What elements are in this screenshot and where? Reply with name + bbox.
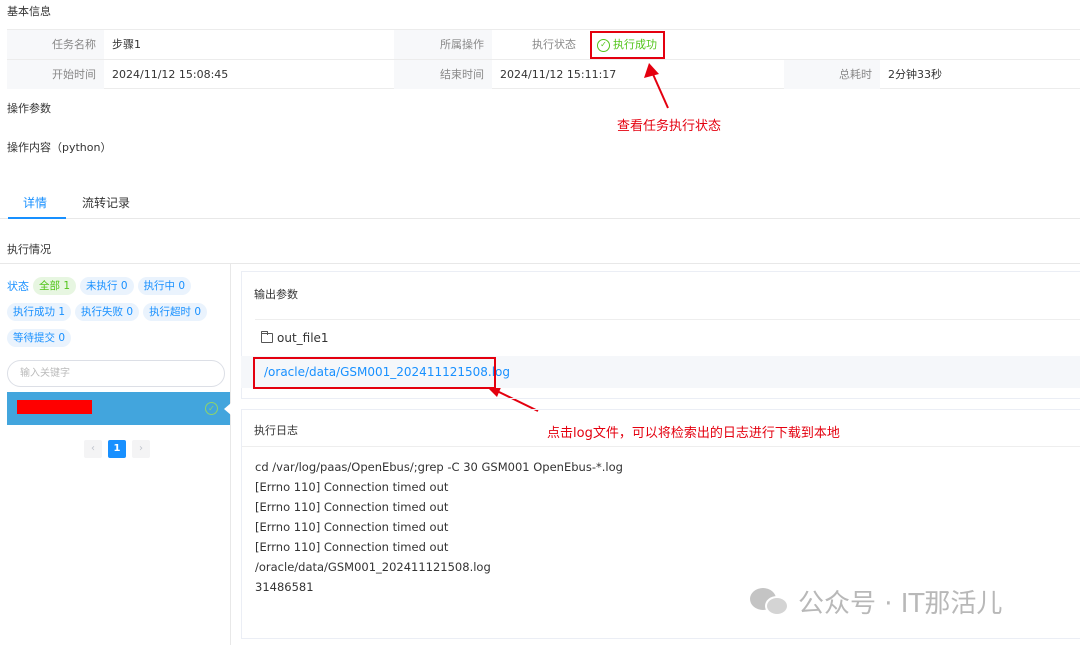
status-filter-row: 状态 全部 1 未执行 0 执行中 0 <box>7 277 192 295</box>
status-filter-row: 执行成功 1 执行失败 0 执行超时 0 <box>7 303 208 321</box>
execution-title: 执行情况 <box>7 243 51 256</box>
divider <box>255 319 1080 320</box>
filter-success[interactable]: 执行成功 1 <box>7 303 72 321</box>
log-line: [Errno 110] Connection timed out <box>255 480 449 494</box>
wechat-icon <box>750 584 792 620</box>
output-params-title: 输出参数 <box>254 288 298 301</box>
log-line: 31486581 <box>255 580 314 594</box>
filter-not-executed[interactable]: 未执行 0 <box>80 277 134 295</box>
watermark: 公众号 · IT那活儿 <box>750 583 1002 620</box>
pagination: ‹ 1 › <box>84 440 150 458</box>
duration-value: 2分钟33秒 <box>888 68 942 81</box>
status-annotation: 查看任务执行状态 <box>617 119 722 134</box>
operation-label: 所属操作 <box>394 30 492 59</box>
end-time-label: 结束时间 <box>394 60 492 89</box>
filter-pending-submit[interactable]: 等待提交 0 <box>7 329 72 347</box>
watermark-text: 公众号 · IT那活儿 <box>798 589 1003 619</box>
folder-row[interactable]: out_file1 <box>260 330 329 345</box>
folder-name: out_file1 <box>277 331 329 345</box>
keyword-search-input[interactable]: 输入关键字 <box>7 360 225 387</box>
start-time-label: 开始时间 <box>7 60 104 89</box>
redacted-block <box>17 400 92 414</box>
page-1-button[interactable]: 1 <box>108 440 126 458</box>
info-row: 任务名称 步骤1 所属操作 执行状态 <box>7 29 1080 59</box>
log-line: /oracle/data/GSM001_202411121508.log <box>255 560 491 574</box>
exec-status-label: 执行状态 <box>492 30 584 59</box>
filter-failed[interactable]: 执行失败 0 <box>75 303 140 321</box>
status-highlight-box <box>590 31 665 59</box>
info-row: 开始时间 2024/11/12 15:08:45 结束时间 2024/11/12… <box>7 59 1080 89</box>
check-circle-icon: ✓ <box>205 402 218 415</box>
log-line: [Errno 110] Connection timed out <box>255 520 449 534</box>
next-page-button[interactable]: › <box>132 440 150 458</box>
filter-timeout[interactable]: 执行超时 0 <box>143 303 208 321</box>
execution-log-title: 执行日志 <box>254 424 298 437</box>
params-content-title: 操作内容（python） <box>7 141 112 154</box>
folder-icon <box>260 330 273 343</box>
start-time-value: 2024/11/12 15:08:45 <box>112 68 229 81</box>
filter-running[interactable]: 执行中 0 <box>137 277 192 295</box>
tab-detail[interactable]: 详情 <box>23 194 47 211</box>
prev-page-button[interactable]: ‹ <box>84 440 102 458</box>
file-highlight-box <box>253 357 496 389</box>
status-filter-label: 状态 <box>7 280 29 293</box>
duration-label: 总耗时 <box>784 60 880 89</box>
log-line: [Errno 110] Connection timed out <box>255 540 449 554</box>
tab-flow-records[interactable]: 流转记录 <box>82 194 130 211</box>
tab-active-indicator <box>8 217 66 219</box>
task-name-label: 任务名称 <box>7 30 104 59</box>
divider <box>242 446 1080 447</box>
end-time-value: 2024/11/12 15:11:17 <box>500 68 617 81</box>
task-name-value: 步骤1 <box>112 38 141 51</box>
log-line: cd /var/log/paas/OpenEbus/;grep -C 30 GS… <box>255 460 623 474</box>
step-list-item[interactable]: ✓ <box>7 392 231 425</box>
log-line: [Errno 110] Connection timed out <box>255 500 449 514</box>
status-filter-row: 等待提交 0 <box>7 329 72 347</box>
basic-info-title: 基本信息 <box>7 5 51 18</box>
log-output: cd /var/log/paas/OpenEbus/;grep -C 30 GS… <box>255 457 623 597</box>
params-title: 操作参数 <box>7 102 51 115</box>
selection-notch <box>224 403 231 415</box>
tab-bar: 详情 流转记录 <box>0 186 1080 219</box>
filter-all[interactable]: 全部 1 <box>33 277 77 295</box>
